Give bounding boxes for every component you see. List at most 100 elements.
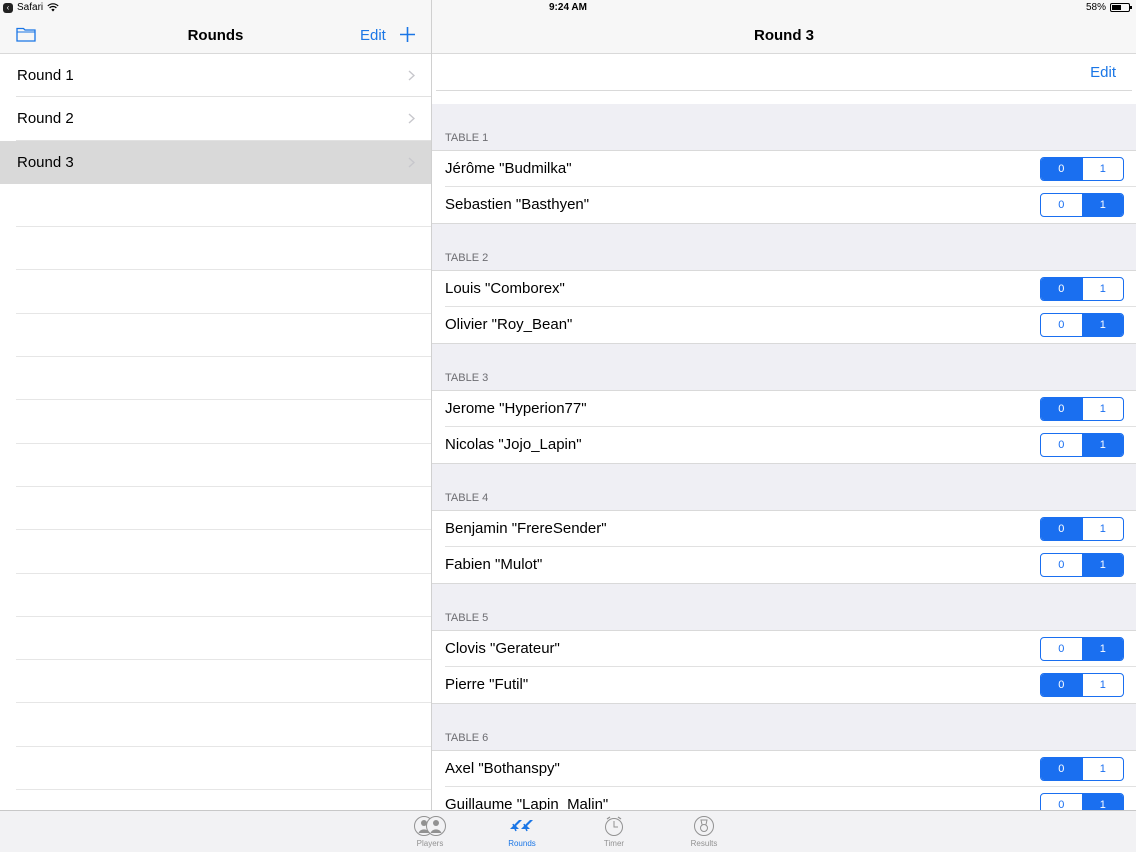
chevron-right-icon (408, 70, 415, 81)
player-row: Olivier "Roy_Bean" 0 1 (432, 307, 1136, 344)
table-header: TABLE 5 (445, 612, 489, 624)
detail-toolbar: Edit (432, 54, 1136, 104)
chevron-right-icon (408, 157, 415, 168)
tab-results-label: Results (690, 839, 718, 848)
score-option-1[interactable]: 1 (1081, 158, 1124, 180)
score-option-0[interactable]: 0 (1041, 398, 1082, 420)
status-bar: ‹ Safari 9:24 AM 58% (0, 0, 1136, 16)
player-row: Fabien "Mulot" 0 1 (432, 547, 1136, 584)
score-option-0[interactable]: 0 (1041, 314, 1082, 336)
empty-row (16, 314, 431, 358)
round-row[interactable]: Round 2 (16, 97, 431, 141)
score-option-0[interactable]: 0 (1041, 554, 1082, 576)
score-option-0[interactable]: 0 (1041, 194, 1082, 216)
table-section: TABLE 6 Axel "Bothanspy" 0 1 Guillaume "Lapi… (432, 704, 1136, 824)
player-name: Pierre "Futil" (445, 676, 529, 693)
tab-timer-label: Timer (603, 839, 625, 848)
empty-row (16, 660, 431, 704)
chevron-right-icon (408, 113, 415, 124)
empty-row (16, 270, 431, 314)
rounds-edit-button[interactable]: Edit (360, 27, 386, 44)
player-row: Louis "Comborex" 0 1 (432, 270, 1136, 307)
rounds-icon (510, 820, 533, 832)
player-row: Axel "Bothanspy" 0 1 (432, 750, 1136, 787)
score-option-1[interactable]: 1 (1081, 674, 1124, 696)
score-segmented-control: 01 (1040, 313, 1124, 337)
player-name: Fabien "Mulot" (445, 556, 543, 573)
round-row[interactable]: Round 3 (0, 140, 431, 184)
empty-row (16, 357, 431, 401)
score-option-0[interactable]: 0 (1041, 434, 1082, 456)
score-segmented-control: 01 (1040, 157, 1124, 181)
score-segmented-control: 01 (1040, 397, 1124, 421)
score-option-1[interactable]: 1 (1081, 194, 1123, 216)
empty-row (16, 530, 431, 574)
empty-row (16, 747, 431, 791)
player-name: Louis "Comborex" (445, 280, 565, 297)
score-segmented-control: 01 (1040, 673, 1124, 697)
empty-row (16, 227, 431, 271)
tab-bar: Players Rounds Timer Results (0, 810, 1136, 852)
status-time: 9:24 AM (549, 2, 587, 13)
player-row: Jerome "Hyperion77" 0 1 (432, 390, 1136, 427)
tab-players[interactable]: Players (400, 815, 460, 848)
table-section: TABLE 1 Jérôme "Budmilka" 0 1 Sebastien "Bas… (432, 104, 1136, 224)
score-option-0[interactable]: 0 (1041, 638, 1082, 660)
table-header: TABLE 4 (445, 492, 489, 504)
table-section: TABLE 3 Jerome "Hyperion77" 0 1 Nicolas "Joj… (432, 344, 1136, 464)
tab-rounds[interactable]: Rounds (492, 815, 552, 848)
table-header: TABLE 3 (445, 372, 489, 384)
battery-percent: 58% (1085, 2, 1106, 13)
player-row: Clovis "Gerateur" 0 1 (432, 630, 1136, 667)
player-name: Benjamin "FrereSender" (445, 520, 607, 537)
tab-timer[interactable]: Timer (584, 815, 644, 848)
score-option-1[interactable]: 1 (1081, 518, 1124, 540)
tab-players-label: Players (416, 839, 444, 848)
player-name: Axel "Bothanspy" (445, 760, 560, 777)
score-segmented-control: 01 (1040, 757, 1124, 781)
player-name: Olivier "Roy_Bean" (445, 316, 573, 333)
battery-icon (1110, 3, 1132, 12)
score-option-1[interactable]: 1 (1081, 554, 1123, 576)
round-detail-title: Round 3 (754, 27, 814, 44)
player-name: Sebastien "Basthyen" (445, 196, 590, 213)
empty-row (16, 400, 431, 444)
player-row: Sebastien "Basthyen" 0 1 (432, 187, 1136, 224)
tab-results[interactable]: Results (674, 815, 734, 848)
detail-edit-button[interactable]: Edit (1090, 64, 1116, 81)
score-segmented-control: 01 (1040, 433, 1124, 457)
round-detail-pane: Round 3 Edit TABLE 1 Jérôme "Budmilka" 0 1 S… (432, 16, 1136, 824)
player-row: Jérôme "Budmilka" 0 1 (432, 150, 1136, 187)
tables-list: TABLE 1 Jérôme "Budmilka" 0 1 Sebastien "Bas… (432, 104, 1136, 824)
rounds-list: Round 1 Round 2 Round 3 (0, 54, 431, 834)
status-right: 58% (1085, 2, 1132, 13)
table-section: TABLE 2 Louis "Comborex" 0 1 Olivier "Roy_Be… (432, 224, 1136, 344)
results-icon (694, 816, 714, 836)
score-segmented-control: 01 (1040, 637, 1124, 661)
empty-row (16, 444, 431, 487)
score-option-1[interactable]: 1 (1081, 758, 1124, 780)
player-row: Pierre "Futil" 0 1 (432, 667, 1136, 704)
empty-row (16, 574, 431, 617)
table-header: TABLE 1 (445, 132, 489, 144)
score-option-0[interactable]: 0 (1041, 278, 1082, 300)
score-option-0[interactable]: 0 (1041, 674, 1082, 696)
score-option-0[interactable]: 0 (1041, 758, 1082, 780)
add-round-icon[interactable] (399, 26, 416, 43)
score-option-1[interactable]: 1 (1081, 638, 1123, 660)
score-option-1[interactable]: 1 (1081, 434, 1123, 456)
table-header: TABLE 2 (445, 252, 489, 264)
score-segmented-control: 01 (1040, 553, 1124, 577)
score-option-0[interactable]: 0 (1041, 518, 1082, 540)
score-option-1[interactable]: 1 (1081, 398, 1124, 420)
empty-row (16, 487, 431, 531)
score-option-1[interactable]: 1 (1081, 314, 1123, 336)
timer-icon (605, 816, 623, 836)
player-name: Jérôme "Budmilka" (445, 160, 572, 177)
score-option-1[interactable]: 1 (1081, 278, 1124, 300)
score-option-0[interactable]: 0 (1041, 158, 1082, 180)
round-row[interactable]: Round 1 (16, 54, 431, 98)
players-icon (414, 816, 446, 836)
score-segmented-control: 01 (1040, 277, 1124, 301)
table-header: TABLE 6 (445, 732, 489, 744)
